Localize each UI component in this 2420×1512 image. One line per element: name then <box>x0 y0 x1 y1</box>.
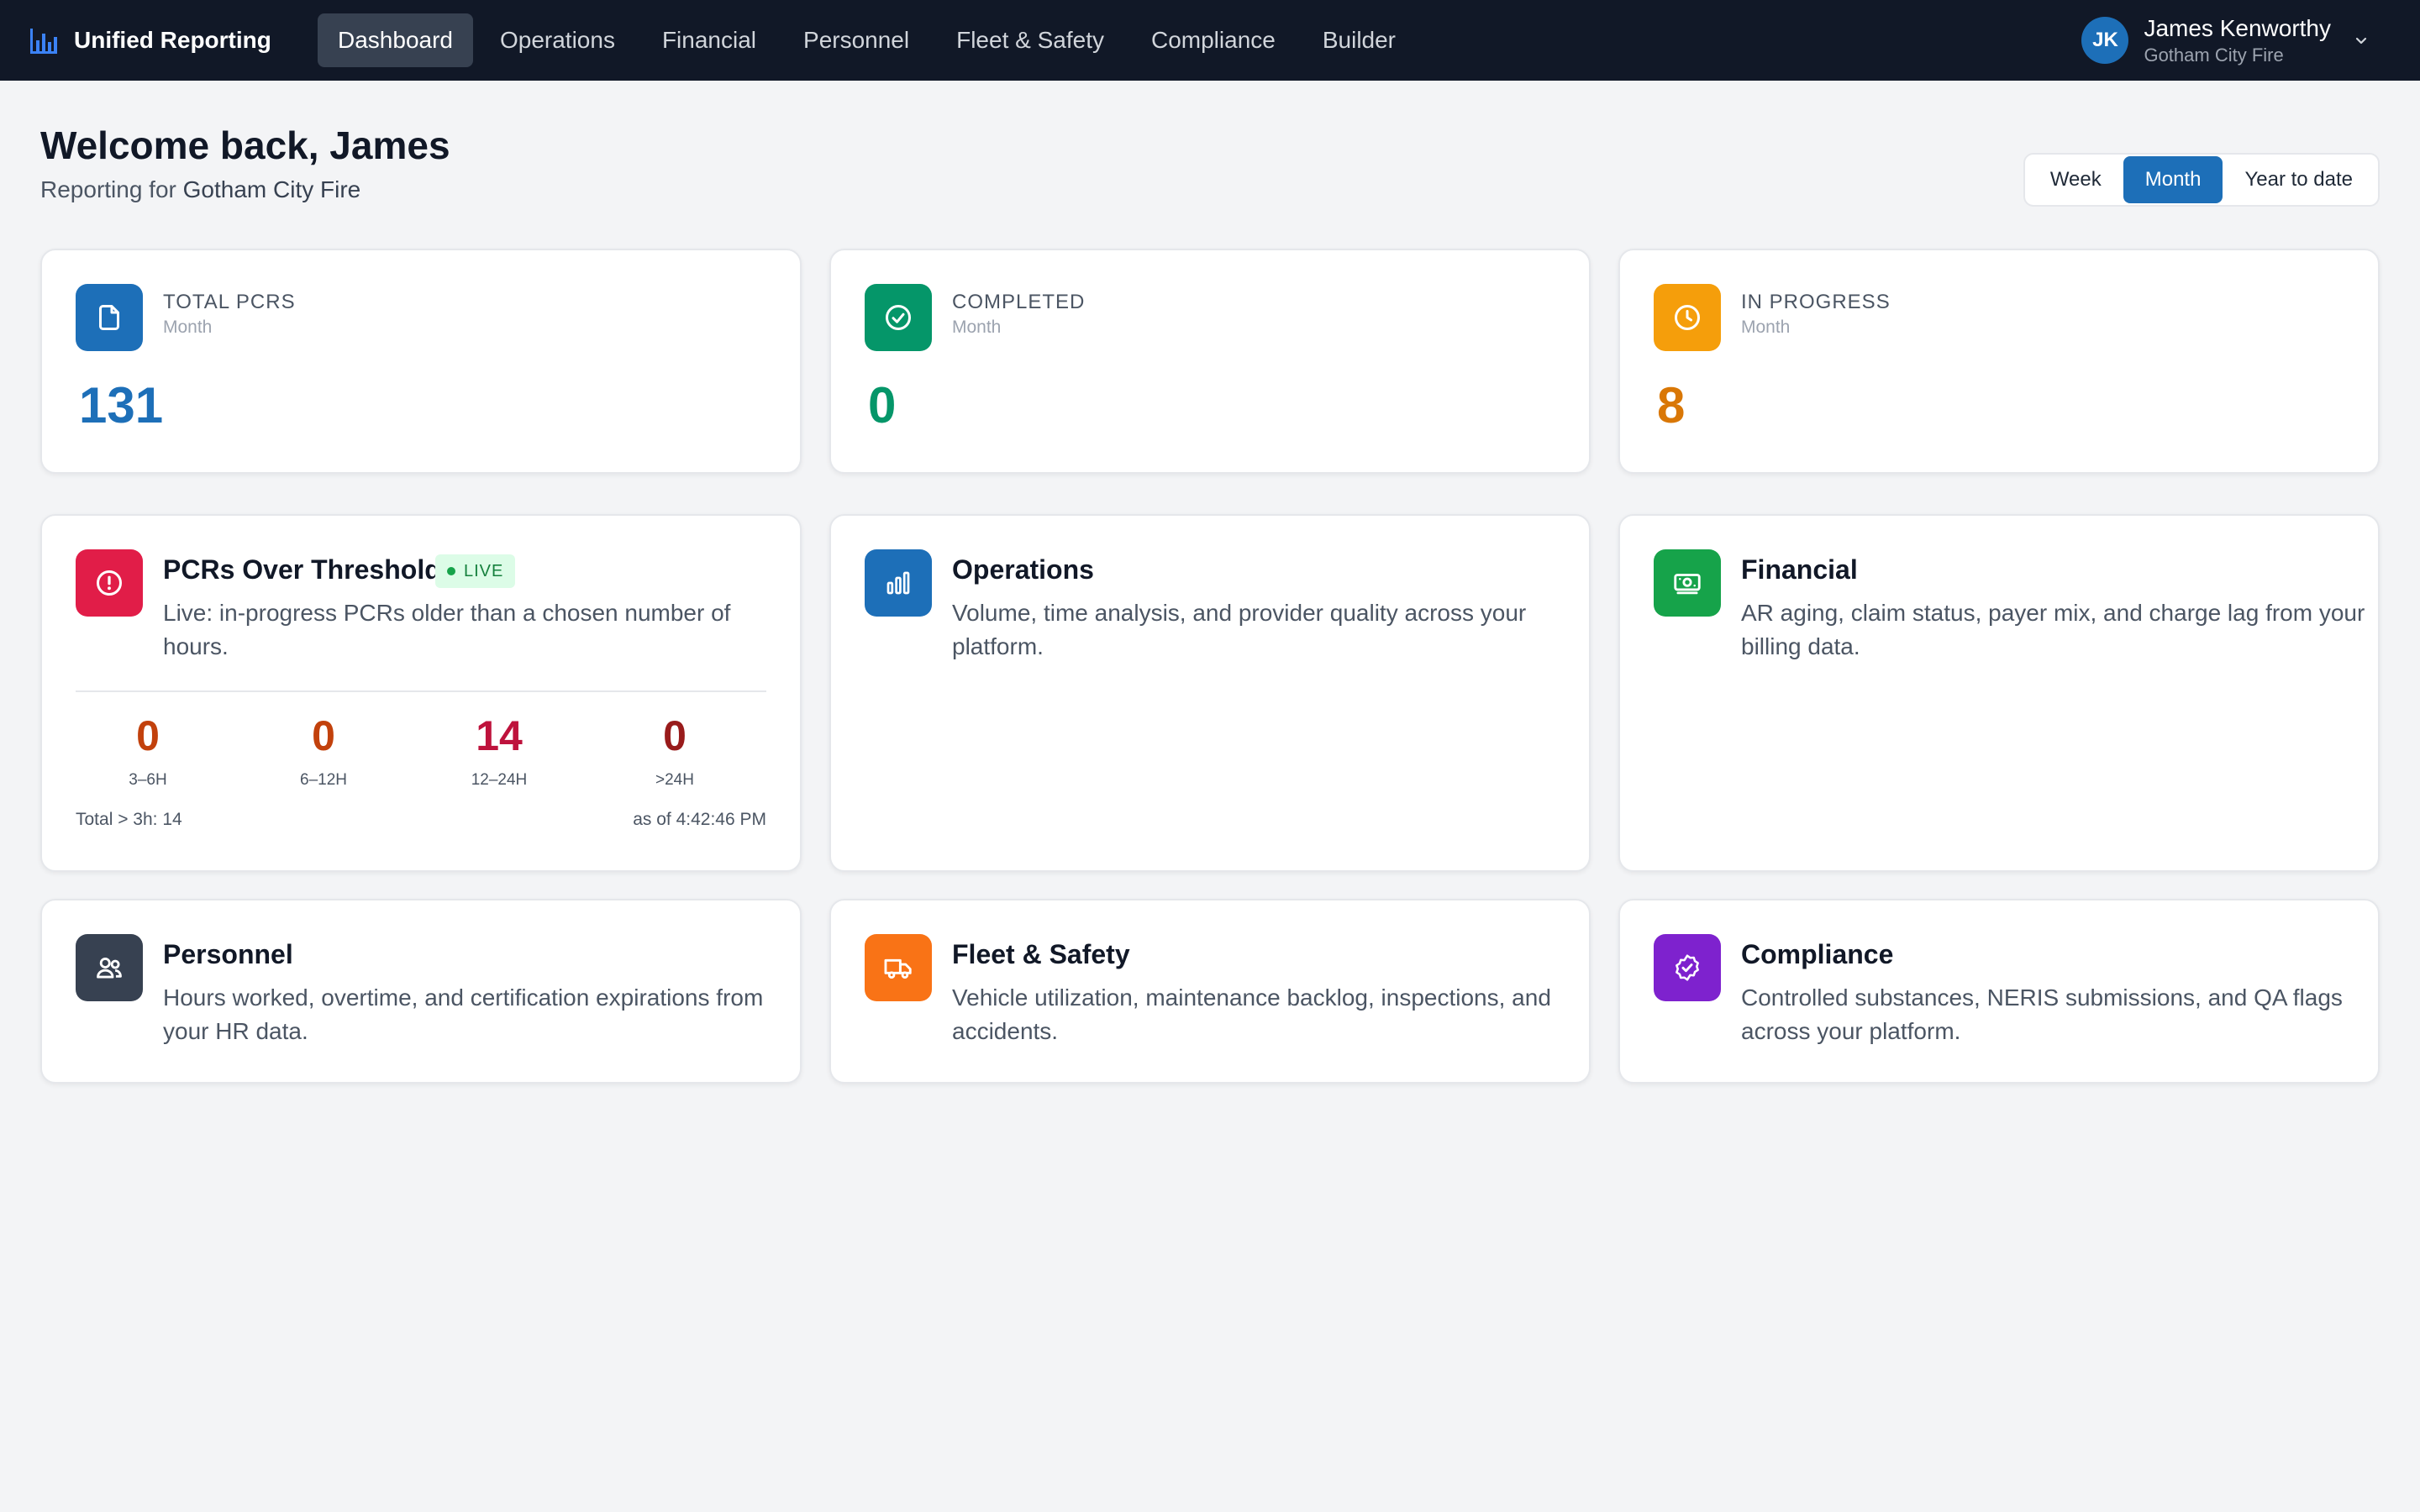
kpi-label: IN PROGRESS <box>1741 291 1891 313</box>
page-subtitle: Reporting for Gotham City Fire <box>40 176 360 203</box>
section-title: Fleet & Safety <box>952 939 1130 969</box>
truck-icon <box>865 934 932 1001</box>
nav-builder[interactable]: Builder <box>1302 13 1416 67</box>
page-title: Welcome back, James <box>40 123 450 167</box>
avatar: JK <box>2081 17 2129 64</box>
section-description: Hours worked, overtime, and certificatio… <box>163 984 764 1044</box>
chevron-down-icon <box>2353 32 2370 49</box>
brand[interactable]: Unified Reporting <box>29 0 271 81</box>
threshold-description: Live: in-progress PCRs older than a chos… <box>163 600 731 659</box>
section-card-operations[interactable]: Operations Volume, time analysis, and pr… <box>829 514 1591 872</box>
nav-operations[interactable]: Operations <box>480 13 635 67</box>
reporting-prefix: Reporting for <box>40 176 176 202</box>
user-org: Gotham City Fire <box>2144 44 2284 66</box>
app-title: Unified Reporting <box>74 27 271 53</box>
bucket-label: 6–12H <box>300 771 347 789</box>
threshold-card[interactable]: PCRs Over Threshold LIVE Live: in-progre… <box>40 514 802 872</box>
bar-chart-logo-icon <box>29 25 59 55</box>
document-icon <box>76 284 143 351</box>
section-description: Volume, time analysis, and provider qual… <box>952 600 1527 659</box>
live-badge: LIVE <box>435 554 516 588</box>
user-name: James Kenworthy <box>2144 15 2331 41</box>
kpi-period: Month <box>163 318 213 337</box>
reporting-org: Gotham City Fire <box>182 176 361 202</box>
bucket-label: 3–6H <box>129 771 167 789</box>
threshold-title: PCRs Over Threshold <box>163 554 441 585</box>
bucket-label: >24H <box>655 771 694 789</box>
bucket-label: 12–24H <box>471 771 528 789</box>
bucket-12-24h: 14 12–24H <box>432 712 566 790</box>
section-card-compliance[interactable]: Compliance Controlled substances, NERIS … <box>1618 899 2380 1084</box>
range-month-button[interactable]: Month <box>2123 156 2223 203</box>
bucket-value: 0 <box>136 712 160 759</box>
kpi-card-in-progress[interactable]: IN PROGRESS Month 8 <box>1618 249 2380 474</box>
kpi-card-completed[interactable]: COMPLETED Month 0 <box>829 249 1591 474</box>
main-nav: Dashboard Operations Financial Personnel… <box>318 13 1423 67</box>
section-title: Personnel <box>163 939 293 969</box>
kpi-period: Month <box>952 318 1002 337</box>
kpi-label: TOTAL PCRS <box>163 291 296 313</box>
user-menu[interactable]: JK James Kenworthy Gotham City Fire <box>2081 0 2370 81</box>
section-description: Vehicle utilization, maintenance backlog… <box>952 984 1551 1044</box>
nav-personnel[interactable]: Personnel <box>783 13 929 67</box>
nav-fleet-safety[interactable]: Fleet & Safety <box>936 13 1124 67</box>
bar-chart-icon <box>865 549 932 617</box>
section-card-financial[interactable]: Financial AR aging, claim status, payer … <box>1618 514 2380 872</box>
kpi-card-total-pcrs[interactable]: TOTAL PCRS Month 131 <box>40 249 802 474</box>
badge-check-icon <box>1654 934 1721 1001</box>
bucket-6-12h: 0 6–12H <box>256 712 391 790</box>
nav-dashboard[interactable]: Dashboard <box>318 13 473 67</box>
section-title: Operations <box>952 554 1094 585</box>
live-badge-label: LIVE <box>464 561 504 580</box>
kpi-value: 0 <box>868 377 897 433</box>
section-description: AR aging, claim status, payer mix, and c… <box>1741 600 2365 659</box>
top-nav-bar: Unified Reporting Dashboard Operations F… <box>0 0 2420 81</box>
section-title: Compliance <box>1741 939 1894 969</box>
nav-compliance[interactable]: Compliance <box>1131 13 1296 67</box>
users-icon <box>76 934 143 1001</box>
bucket-value: 0 <box>663 712 687 759</box>
bucket-3-6h: 0 3–6H <box>81 712 215 790</box>
range-ytd-button[interactable]: Year to date <box>2223 156 2375 203</box>
bucket-value: 14 <box>476 712 523 759</box>
section-card-personnel[interactable]: Personnel Hours worked, overtime, and ce… <box>40 899 802 1084</box>
nav-financial[interactable]: Financial <box>642 13 776 67</box>
clock-icon <box>1654 284 1721 351</box>
threshold-timestamp: as of 4:42:46 PM <box>633 810 766 829</box>
threshold-total: Total > 3h: 14 <box>76 810 182 829</box>
section-card-fleet-safety[interactable]: Fleet & Safety Vehicle utilization, main… <box>829 899 1591 1084</box>
kpi-value: 8 <box>1657 377 1686 433</box>
live-dot-icon <box>447 567 455 575</box>
bucket-value: 0 <box>312 712 335 759</box>
bucket-over-24h: 0 >24H <box>608 712 742 790</box>
section-description: Controlled substances, NERIS submissions… <box>1741 984 2343 1044</box>
divider <box>76 690 766 692</box>
kpi-value: 131 <box>79 377 164 433</box>
check-circle-icon <box>865 284 932 351</box>
kpi-period: Month <box>1741 318 1791 337</box>
date-range-toggle: Week Month Year to date <box>2023 153 2380 207</box>
section-title: Financial <box>1741 554 1858 585</box>
alert-icon <box>76 549 143 617</box>
user-info: James Kenworthy Gotham City Fire <box>2144 14 2331 66</box>
range-week-button[interactable]: Week <box>2028 156 2123 203</box>
kpi-label: COMPLETED <box>952 291 1086 313</box>
money-icon <box>1654 549 1721 617</box>
